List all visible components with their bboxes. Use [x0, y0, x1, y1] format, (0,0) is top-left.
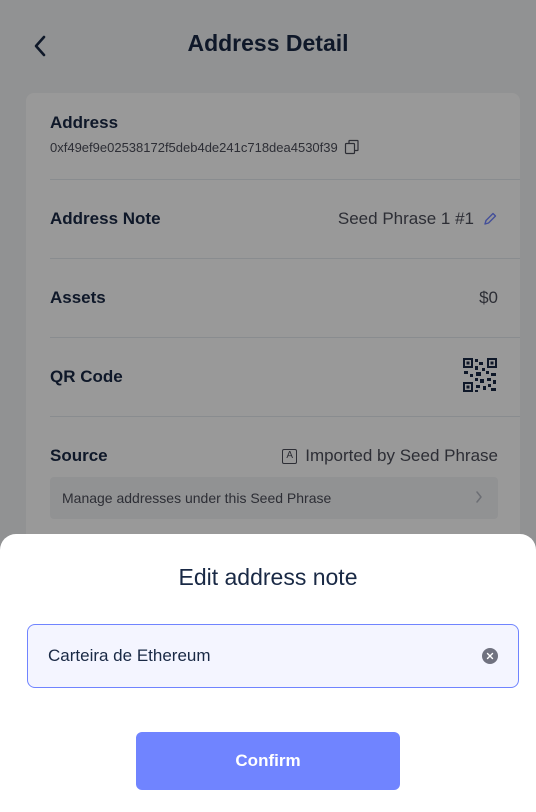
- edit-note-sheet: Edit address note Confirm: [0, 534, 536, 812]
- sheet-title: Edit address note: [178, 564, 358, 590]
- screen: Address Detail Address 0xf49ef9e02538172…: [0, 0, 536, 812]
- clear-input-button[interactable]: [482, 648, 498, 664]
- note-input-container: [27, 624, 519, 688]
- confirm-button[interactable]: Confirm: [136, 732, 400, 790]
- address-note-input[interactable]: [48, 625, 468, 687]
- clear-icon: [486, 652, 494, 660]
